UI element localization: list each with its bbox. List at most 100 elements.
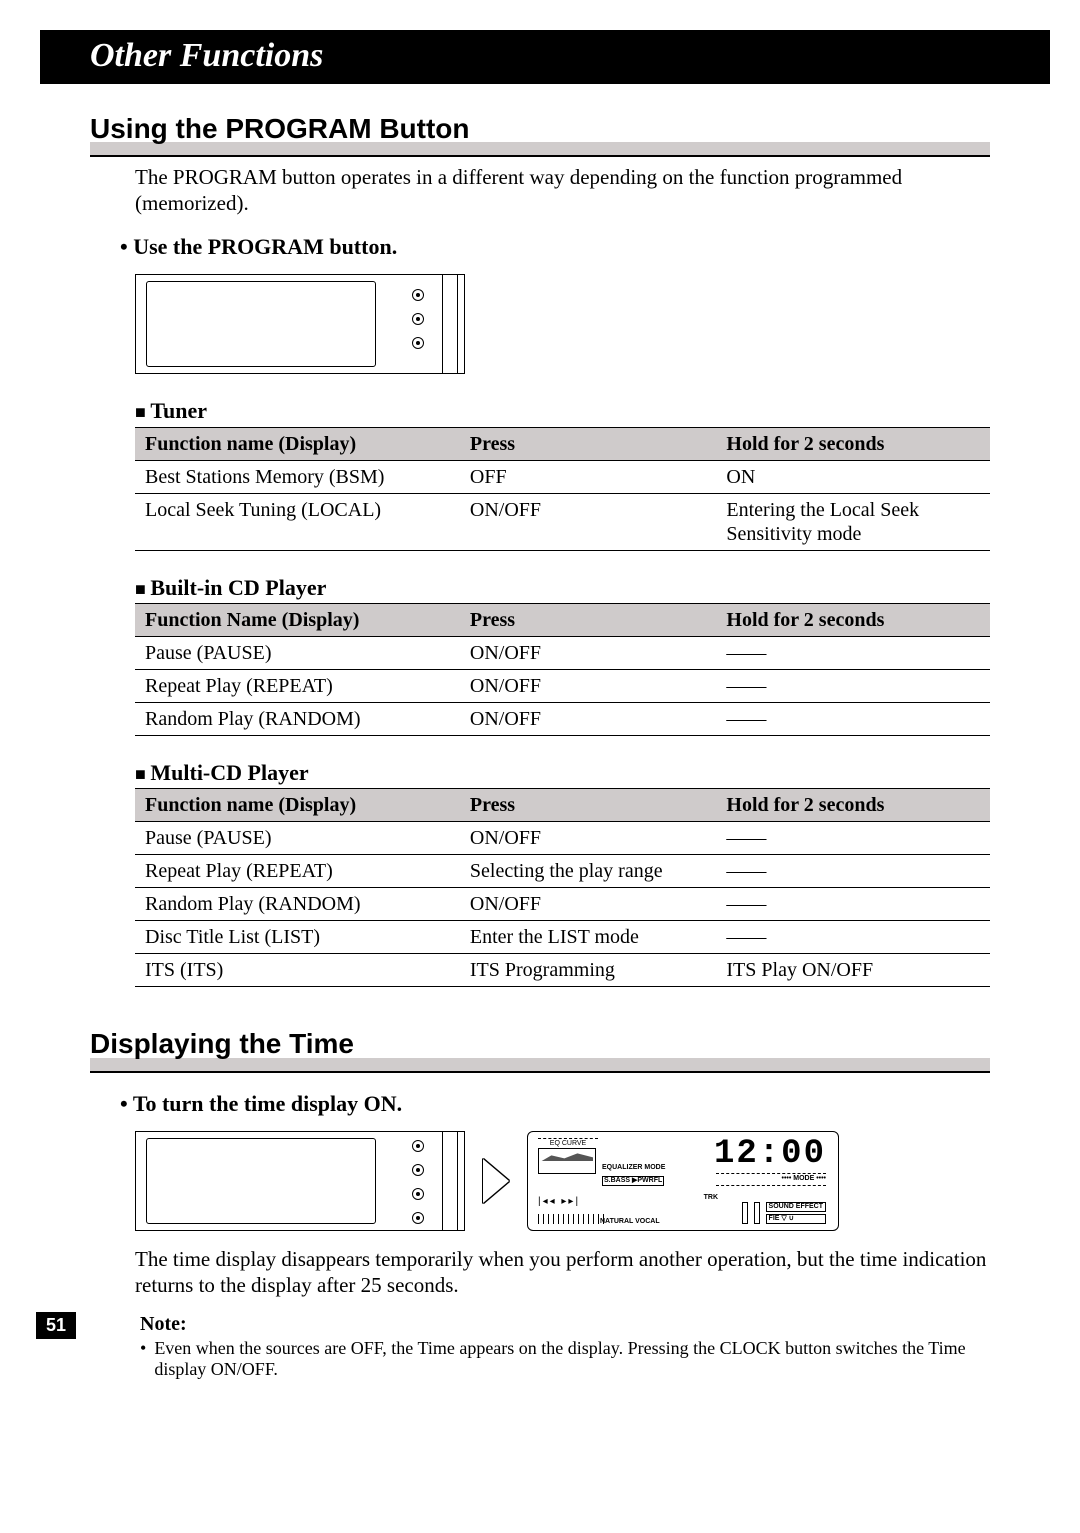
th: Press (460, 789, 717, 822)
subhead-cd: Built-in CD Player (135, 575, 990, 604)
sound-effect-label: SOUND EFFECT (766, 1202, 826, 1212)
lcd-right-bottom: SOUND EFFECT FIE ▽ ∪ (742, 1202, 826, 1225)
td: ITS (ITS) (135, 954, 460, 987)
intro-text: The PROGRAM button operates in a differe… (135, 165, 990, 215)
device-illustration (135, 274, 465, 374)
td: Repeat Play (REPEAT) (135, 855, 460, 888)
sbass-label: S.BASS ▶PWRFL (602, 1176, 664, 1186)
fie-label: FIE ▽ ∪ (766, 1214, 826, 1224)
th: Hold for 2 seconds (716, 604, 990, 637)
td: —— (716, 702, 990, 735)
th: Function name (Display) (135, 428, 460, 461)
td: ON/OFF (460, 636, 717, 669)
bullet-time: To turn the time display ON. (120, 1091, 990, 1117)
td: Enter the LIST mode (460, 921, 717, 954)
arrow-right-icon (483, 1159, 509, 1203)
lcd-time: 12:00 (714, 1134, 826, 1175)
section-heading-time: Displaying the Time (90, 1027, 990, 1073)
subhead-multi: Multi-CD Player (135, 760, 990, 789)
td: —— (716, 921, 990, 954)
td: ON/OFF (460, 669, 717, 702)
bar-icon (742, 1202, 748, 1224)
section-heading-program: Using the PROGRAM Button (90, 112, 990, 158)
td: Entering the Local Seek Sensitivity mode (716, 493, 990, 550)
th: Press (460, 428, 717, 461)
eq-curve-label: EQ CURVE (538, 1138, 598, 1148)
device-buttons (412, 289, 424, 349)
prev-next-icon: |◂◂ ▸▸| (538, 1196, 580, 1208)
note-label: Note: (140, 1312, 990, 1336)
bar-icon (754, 1202, 760, 1224)
note-text: Even when the sources are OFF, the Time … (154, 1338, 990, 1381)
th: Hold for 2 seconds (716, 428, 990, 461)
td: ON (716, 460, 990, 493)
td: ITS Programming (460, 954, 717, 987)
td: ON/OFF (460, 888, 717, 921)
table-row: Local Seek Tuning (LOCAL) ON/OFF Enterin… (135, 493, 990, 550)
td: Random Play (RANDOM) (135, 702, 460, 735)
lcd-display: EQ CURVE EQUALIZER MODE S.BASS ▶PWRFL NA… (527, 1131, 839, 1231)
table-tuner: Function name (Display) Press Hold for 2… (135, 428, 990, 551)
small-button-icon (412, 289, 424, 301)
small-button-icon (412, 1140, 424, 1152)
table-row: Repeat Play (REPEAT) ON/OFF —— (135, 669, 990, 702)
table-row: Best Stations Memory (BSM) OFF ON (135, 460, 990, 493)
trk-label: TRK (704, 1194, 718, 1202)
lcd-labels: EQUALIZER MODE S.BASS ▶PWRFL (602, 1164, 665, 1189)
th: Function Name (Display) (135, 604, 460, 637)
device-panel (146, 281, 376, 367)
td: Disc Title List (LIST) (135, 921, 460, 954)
mode-text: •••• MODE •••• (782, 1175, 827, 1182)
small-button-icon (412, 337, 424, 349)
td: ON/OFF (460, 493, 717, 550)
small-button-icon (412, 1164, 424, 1176)
table-multi: Function name (Display) Press Hold for 2… (135, 789, 990, 987)
td: —— (716, 669, 990, 702)
table-row: Random Play (RANDOM) ON/OFF —— (135, 888, 990, 921)
device-panel (146, 1138, 376, 1224)
td: Random Play (RANDOM) (135, 888, 460, 921)
bullet-program: Use the PROGRAM button. (120, 234, 990, 260)
mode-label: •••• MODE •••• (716, 1172, 826, 1186)
td: Pause (PAUSE) (135, 636, 460, 669)
td: —— (716, 636, 990, 669)
device-buttons (412, 1140, 424, 1224)
td: Repeat Play (REPEAT) (135, 669, 460, 702)
td: —— (716, 822, 990, 855)
td: Pause (PAUSE) (135, 822, 460, 855)
td: ON/OFF (460, 822, 717, 855)
natural-vocal-label: NATURAL VOCAL (600, 1218, 660, 1226)
subhead-tuner: Tuner (135, 398, 990, 427)
table-row: Pause (PAUSE) ON/OFF —— (135, 636, 990, 669)
equalizer-mode-label: EQUALIZER MODE (602, 1164, 665, 1172)
time-body-text: The time display disappears temporarily … (135, 1247, 990, 1297)
td: Best Stations Memory (BSM) (135, 460, 460, 493)
time-illustration-row: EQ CURVE EQUALIZER MODE S.BASS ▶PWRFL NA… (135, 1131, 990, 1231)
device-edge (442, 1132, 464, 1230)
small-button-icon (412, 1188, 424, 1200)
td: —— (716, 855, 990, 888)
td: Local Seek Tuning (LOCAL) (135, 493, 460, 550)
table-row: Disc Title List (LIST) Enter the LIST mo… (135, 921, 990, 954)
td: OFF (460, 460, 717, 493)
th: Hold for 2 seconds (716, 789, 990, 822)
th: Function name (Display) (135, 789, 460, 822)
table-row: Pause (PAUSE) ON/OFF —— (135, 822, 990, 855)
td: ON/OFF (460, 702, 717, 735)
td: ITS Play ON/OFF (716, 954, 990, 987)
td: Selecting the play range (460, 855, 717, 888)
small-button-icon (412, 313, 424, 325)
th: Press (460, 604, 717, 637)
table-row: ITS (ITS) ITS Programming ITS Play ON/OF… (135, 954, 990, 987)
table-row: Repeat Play (REPEAT) Selecting the play … (135, 855, 990, 888)
table-row: Random Play (RANDOM) ON/OFF —— (135, 702, 990, 735)
td: —— (716, 888, 990, 921)
bullet-icon: • (140, 1338, 146, 1381)
chapter-banner: Other Functions (40, 30, 1050, 84)
ticks-icon (538, 1214, 608, 1224)
page-number: 51 (36, 1312, 76, 1340)
device-illustration (135, 1131, 465, 1231)
table-cd: Function Name (Display) Press Hold for 2… (135, 604, 990, 736)
eq-graph-icon (538, 1148, 596, 1174)
small-button-icon (412, 1212, 424, 1224)
